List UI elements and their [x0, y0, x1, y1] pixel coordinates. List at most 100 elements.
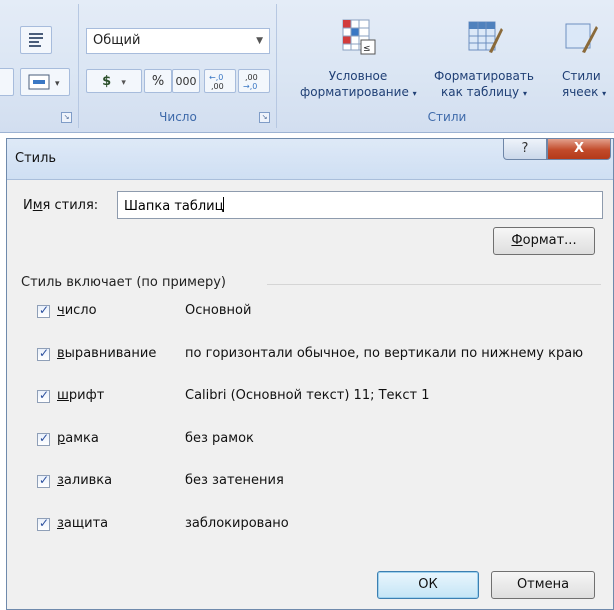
number-dialog-launcher-icon[interactable]: ↘	[259, 112, 270, 123]
svg-text:←,0: ←,0	[209, 73, 223, 82]
svg-text:→,0: →,0	[243, 82, 257, 91]
style-name-label-accesskey: м	[32, 198, 43, 213]
border-label-text: амка	[65, 431, 99, 446]
styles-group: ≤ Условное форматирование ▾ Форматироват…	[280, 4, 614, 128]
cell-styles-line2-wrap: ячеек ▾	[556, 84, 614, 102]
alignment-option-label[interactable]: выравнивание	[57, 346, 156, 361]
alignment-dialog-launcher-icon[interactable]: ↘	[61, 112, 72, 123]
format-as-table-icon	[465, 18, 503, 56]
number-accesskey: ч	[57, 303, 65, 318]
checkmark-icon: ✓	[39, 303, 50, 317]
number-checkbox[interactable]: ✓	[37, 303, 50, 318]
format-as-table-line2: как таблицу	[441, 85, 520, 99]
checkmark-icon: ✓	[39, 473, 50, 487]
alignment-label-text: ыравнивание	[64, 346, 157, 361]
fill-accesskey: з	[57, 473, 64, 488]
font-accesskey: ш	[57, 388, 69, 403]
format-as-table-line1: Форматировать	[434, 69, 534, 83]
border-option-label[interactable]: рамка	[57, 431, 99, 446]
number-format-select[interactable]: Общий ▼	[86, 28, 270, 54]
format-as-table-button[interactable]: Форматировать как таблицу ▾	[426, 18, 542, 102]
chevron-down-icon: ▾	[522, 89, 527, 98]
number-group: Общий ▼ $ ▾ % 000 ←,0,00 ,00 →,0 Число ↘	[80, 4, 277, 128]
fill-option-value: без затенения	[185, 473, 284, 488]
chevron-down-icon: ▾	[121, 78, 126, 88]
alignment-checkbox[interactable]: ✓	[37, 346, 50, 361]
style-name-label-suffix: я стиля:	[42, 198, 99, 213]
alignment-option-value: по горизонтали обычное, по вертикали по …	[185, 346, 584, 361]
cancel-button[interactable]: Отмена	[491, 571, 595, 599]
text-cursor	[223, 197, 225, 212]
fill-checkbox[interactable]: ✓	[37, 473, 50, 488]
fill-option-label[interactable]: заливка	[57, 473, 112, 488]
help-icon: ?	[521, 141, 529, 156]
close-button[interactable]: X	[547, 138, 611, 160]
conditional-formatting-line2: форматирование	[300, 85, 409, 99]
style-includes-label: Стиль включает (по примеру)	[21, 275, 226, 290]
close-icon: X	[573, 141, 585, 156]
font-option-value: Calibri (Основной текст) 11; Текст 1	[185, 388, 430, 403]
number-label-text: исло	[64, 303, 97, 318]
number-option-label[interactable]: число	[57, 303, 97, 318]
increase-decimal-icon: ←,0,00	[209, 73, 224, 91]
conditional-formatting-line1: Условное	[328, 69, 388, 83]
currency-button[interactable]: $ ▾	[86, 69, 142, 93]
percent-icon: %	[151, 74, 165, 89]
decrease-decimal-button[interactable]: ,00 →,0	[238, 69, 270, 93]
cell-styles-line1: Стили	[562, 69, 601, 83]
dialog-titlebar[interactable]: Стиль ? X	[7, 138, 613, 180]
format-button-label: ормат...	[522, 233, 577, 248]
border-option-value: без рамок	[185, 431, 254, 446]
chevron-down-icon: ▾	[602, 89, 607, 98]
currency-icon: $	[102, 74, 112, 89]
svg-text:,00: ,00	[245, 73, 258, 82]
cell-styles-button[interactable]: Стили ячеек ▾	[556, 18, 614, 102]
svg-text:,00: ,00	[211, 82, 224, 91]
increase-decimal-button[interactable]: ←,0,00	[204, 69, 236, 93]
style-name-label: Имя стиля:	[23, 198, 98, 213]
chevron-down-icon: ▼	[256, 36, 263, 46]
decrease-decimal-icon: ,00→,0	[243, 73, 258, 91]
wrap-text-icon[interactable]	[20, 26, 52, 54]
cell-styles-line2: ячеек	[562, 85, 599, 99]
alignment-accesskey: в	[57, 346, 65, 361]
checkmark-icon: ✓	[39, 346, 50, 360]
indent-icon[interactable]	[0, 68, 14, 96]
svg-text:▾: ▾	[55, 79, 60, 89]
format-button[interactable]: Формат...	[493, 227, 595, 255]
dialog-title: Стиль	[15, 151, 57, 166]
style-dialog: Стиль ? X Имя стиля: Шапка таблиц Формат…	[6, 138, 614, 610]
cell-styles-icon	[562, 18, 600, 56]
conditional-formatting-line2-wrap: форматирование ▾	[300, 84, 417, 102]
section-divider	[267, 284, 601, 285]
percent-button[interactable]: %	[144, 69, 172, 93]
number-option-value: Основной	[185, 303, 252, 318]
svg-text:≤: ≤	[363, 44, 371, 54]
border-checkbox[interactable]: ✓	[37, 431, 50, 446]
font-checkbox[interactable]: ✓	[37, 388, 50, 403]
number-group-label: Число	[159, 110, 197, 124]
chevron-down-icon: ▾	[412, 89, 417, 98]
fill-label-text: аливка	[63, 473, 113, 488]
protection-label-text: ащита	[63, 516, 109, 531]
merge-cells-icon[interactable]: ▾	[20, 68, 70, 96]
ok-button[interactable]: ОК	[377, 571, 479, 599]
number-format-value: Общий	[93, 33, 141, 48]
style-name-input[interactable]: Шапка таблиц	[117, 191, 603, 219]
checkmark-icon: ✓	[39, 516, 50, 530]
protection-option-label[interactable]: защита	[57, 516, 108, 531]
font-option-label[interactable]: шрифт	[57, 388, 104, 403]
format-button-accesskey: Ф	[511, 233, 523, 248]
thousands-separator-button[interactable]: 000	[172, 69, 200, 93]
protection-checkbox[interactable]: ✓	[37, 516, 50, 531]
help-button[interactable]: ?	[503, 138, 547, 160]
checkmark-icon: ✓	[39, 431, 50, 445]
checkmark-icon: ✓	[39, 388, 50, 402]
styles-group-label: Стили	[427, 110, 467, 124]
thousands-icon: 000	[175, 75, 197, 88]
ribbon: ▾ ↘ Общий ▼ $ ▾ % 000 ←,0,00 ,00 →,0 Числ…	[0, 0, 614, 133]
conditional-formatting-button[interactable]: ≤ Условное форматирование ▾	[300, 18, 417, 102]
style-name-label-prefix: И	[23, 198, 33, 213]
alignment-group-partial: ▾ ↘	[0, 4, 79, 128]
font-label-text: рифт	[68, 388, 105, 403]
